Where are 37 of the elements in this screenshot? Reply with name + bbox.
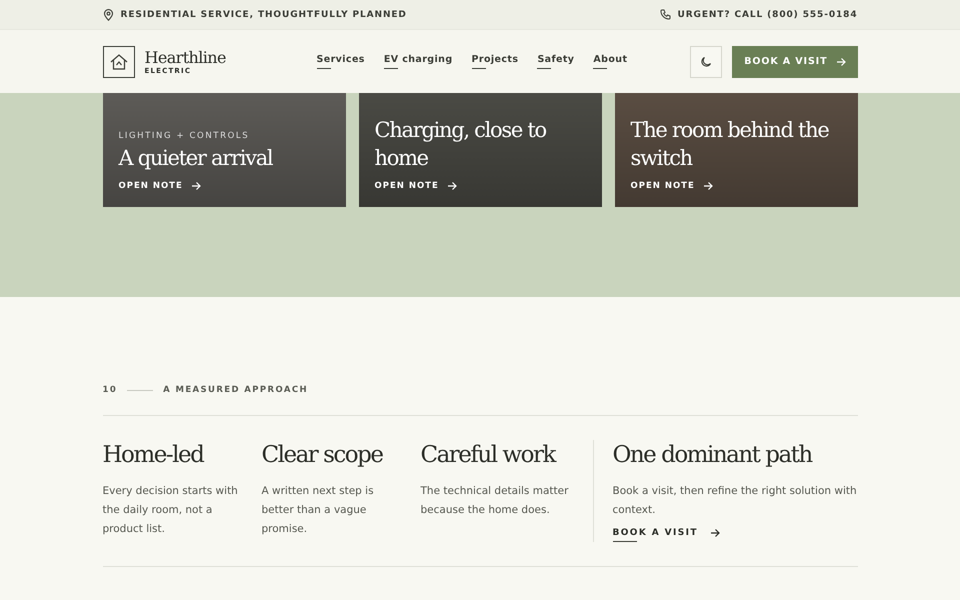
phone-link[interactable]: URGENT? CALL (800) 555-0184 <box>678 10 858 20</box>
map-pin-icon <box>102 8 114 20</box>
section-label: A MEASURED APPROACH <box>163 385 308 395</box>
card-title: A quieter arrival <box>118 145 274 172</box>
card-kicker: LIGHTING + CONTROLS <box>118 131 250 141</box>
open-note-link[interactable]: OPEN NOTE <box>118 181 201 191</box>
tagline: RESIDENTIAL SERVICE, THOUGHTFULLY PLANNED <box>120 10 407 20</box>
theme-toggle-button[interactable] <box>690 46 722 78</box>
column-text: The technical details matter because the home does. <box>420 484 570 518</box>
feature-text: Book a visit, then refine the right solution with context. <box>612 484 858 518</box>
house-logo-icon <box>102 46 134 78</box>
nav-link[interactable]: Safety <box>537 54 574 69</box>
brand-name: Hearthline <box>144 48 226 66</box>
arrow-right-icon <box>702 181 713 191</box>
nav-link[interactable]: About <box>593 54 628 69</box>
arrow-right-icon <box>190 181 201 191</box>
nav-link[interactable]: Services <box>316 54 365 69</box>
column-title: Home-led <box>102 441 205 470</box>
column-text: Every decision starts with the daily room, not a product list. <box>102 484 239 537</box>
arrow-right-icon <box>836 56 846 66</box>
card-title: The room behind the switch <box>630 117 830 172</box>
open-note-link[interactable]: OPEN NOTE <box>630 181 713 191</box>
feature-title: One dominant path <box>612 441 814 470</box>
nav-link[interactable]: EV charging <box>384 54 453 69</box>
moon-icon <box>700 56 712 68</box>
open-note-link[interactable]: OPEN NOTE <box>374 181 457 191</box>
book-visit-link[interactable]: BOOK A VISIT <box>612 528 720 542</box>
column-title: Clear scope <box>262 441 384 470</box>
book-visit-button[interactable]: BOOK A VISIT <box>732 46 858 78</box>
phone-icon <box>660 9 670 20</box>
arrow-right-icon <box>710 528 720 538</box>
arrow-right-icon <box>446 181 457 191</box>
nav-link[interactable]: Projects <box>472 54 518 69</box>
column-text: A written next step is better than a vague promise. <box>262 484 375 537</box>
section-number: 10 <box>102 385 118 395</box>
column-title: Careful work <box>420 441 557 470</box>
card-title: Charging, close to home <box>374 117 547 172</box>
